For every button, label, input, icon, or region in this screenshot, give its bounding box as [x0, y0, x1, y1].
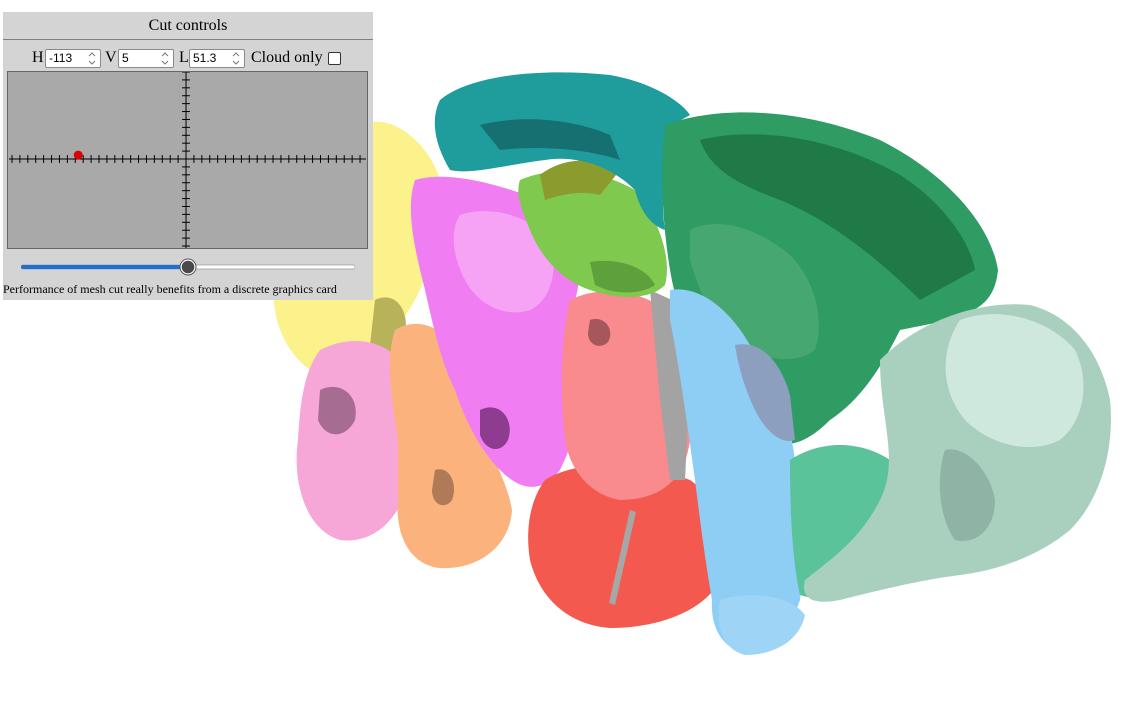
h-value: -113 — [49, 51, 73, 65]
panel-title: Cut controls — [3, 12, 373, 40]
h-label: H — [32, 49, 44, 66]
performance-note: Performance of mesh cut really benefits … — [3, 282, 337, 296]
spinner-arrows-icon[interactable] — [86, 50, 98, 67]
slider-thumb[interactable] — [181, 260, 195, 274]
cut-controls-panel: Cut controls H -113 V 5 L 51.3 Cloud onl… — [3, 12, 373, 300]
cut-parameters-row: H -113 V 5 L 51.3 Cloud only — [3, 48, 373, 72]
cut-position-pad[interactable] — [7, 71, 368, 249]
v-input[interactable]: 5 — [118, 49, 174, 68]
cloud-only-label: Cloud only — [251, 49, 323, 66]
spinner-arrows-icon[interactable] — [230, 50, 242, 67]
l-value: 51.3 — [193, 51, 217, 65]
cloud-only-checkbox[interactable] — [328, 52, 341, 65]
l-label: L — [179, 49, 189, 66]
cut-position-marker[interactable] — [73, 150, 83, 160]
l-input[interactable]: 51.3 — [189, 49, 245, 68]
slider-fill — [21, 265, 188, 269]
v-label: V — [105, 49, 117, 66]
h-input[interactable]: -113 — [45, 49, 101, 68]
spinner-arrows-icon[interactable] — [159, 50, 171, 67]
v-value: 5 — [122, 51, 129, 65]
cut-depth-slider[interactable] — [21, 258, 355, 276]
pad-axes — [9, 72, 366, 248]
